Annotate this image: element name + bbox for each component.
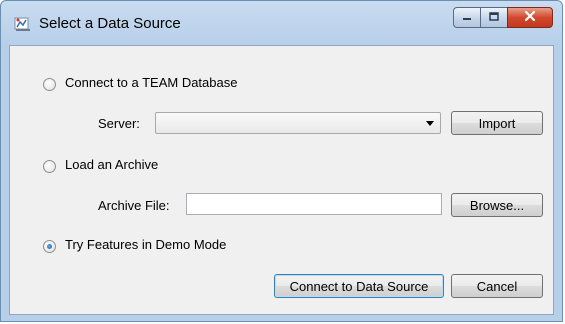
- close-button[interactable]: [507, 7, 553, 28]
- team-database-radio[interactable]: [43, 78, 56, 91]
- browse-button[interactable]: Browse...: [451, 193, 543, 217]
- dialog-body: Connect to a TEAM Database Server: Impor…: [9, 45, 554, 315]
- archive-file-input[interactable]: [186, 193, 442, 215]
- title-bar[interactable]: Select a Data Source: [1, 1, 562, 45]
- demo-mode-radio[interactable]: [43, 240, 56, 253]
- archive-label[interactable]: Load an Archive: [65, 157, 158, 172]
- archive-file-label: Archive File:: [98, 198, 170, 213]
- team-database-label[interactable]: Connect to a TEAM Database: [65, 75, 237, 90]
- minimize-icon: [461, 10, 473, 25]
- minimize-button[interactable]: [453, 7, 480, 28]
- maximize-button[interactable]: [480, 7, 507, 28]
- connect-button[interactable]: Connect to Data Source: [274, 274, 444, 298]
- chevron-down-icon: [426, 121, 434, 126]
- caption-buttons: [453, 7, 553, 29]
- archive-radio[interactable]: [43, 160, 56, 173]
- close-icon: [523, 10, 537, 25]
- maximize-icon: [488, 10, 500, 25]
- data-source-app-icon: [14, 16, 32, 32]
- demo-mode-label[interactable]: Try Features in Demo Mode: [65, 237, 226, 252]
- server-dropdown[interactable]: [155, 112, 441, 134]
- dialog-window: Select a Data Source Connect to a TEAM D…: [0, 0, 563, 322]
- server-label: Server:: [98, 116, 140, 131]
- import-button[interactable]: Import: [451, 111, 543, 135]
- window-title: Select a Data Source: [39, 15, 181, 32]
- cancel-button[interactable]: Cancel: [451, 274, 543, 298]
